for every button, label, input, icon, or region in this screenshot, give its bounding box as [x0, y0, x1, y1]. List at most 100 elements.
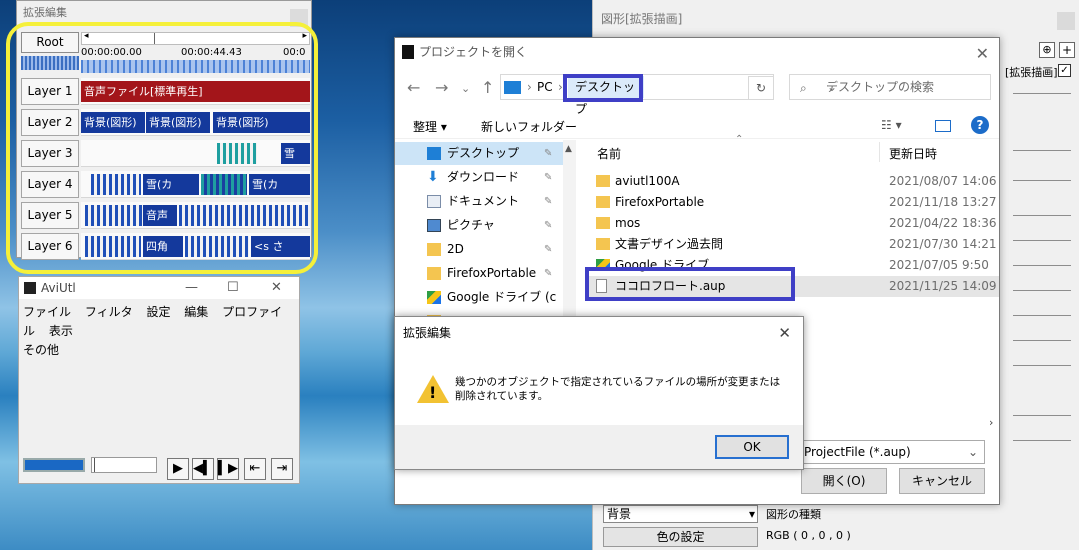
folder-icon [596, 175, 610, 187]
pin-icon: ✎ [544, 196, 553, 207]
dialog-close-icon[interactable]: ✕ [976, 40, 989, 68]
column-date-header[interactable]: 更新日時 [889, 145, 937, 162]
alert-close-icon[interactable]: ✕ [778, 317, 791, 349]
forward-arrow-icon[interactable]: → [435, 78, 448, 97]
nav-item-2d[interactable]: 2D ✎ [395, 238, 563, 261]
column-name-header[interactable]: 名前 [597, 145, 621, 162]
color-settings-button[interactable]: 色の設定 [603, 527, 758, 547]
nav-scrollbar[interactable]: ▲ [563, 140, 576, 317]
pin-icon: ✎ [544, 244, 553, 255]
shape-type-label: 図形の種類 [766, 508, 821, 521]
search-icon: ⌕ [800, 81, 807, 95]
preview-pane-icon[interactable] [935, 120, 951, 132]
maximize-icon[interactable]: ☐ [227, 277, 239, 299]
close-icon[interactable]: ✕ [271, 277, 282, 299]
search-input[interactable]: ⌕ デスクトップの検索 [789, 74, 991, 100]
refresh-icon[interactable]: ↻ [748, 76, 774, 100]
background-select[interactable]: 背景 ▾ [603, 505, 758, 523]
folder-icon [596, 196, 610, 208]
cancel-button[interactable]: キャンセル [899, 468, 985, 494]
aviutl-titlebar: AviUtl — ☐ ✕ [19, 277, 299, 299]
nav-item-desktop[interactable]: デスクトップ ✎ [395, 142, 563, 165]
nav-item-label: ドキュメント [447, 194, 520, 208]
nav-item-firefoxportable[interactable]: FirefoxPortable ✎ [395, 262, 563, 285]
aviutl-title: AviUtl [41, 281, 76, 295]
back-arrow-icon[interactable]: ← [407, 78, 420, 97]
file-date: 2021/07/30 14:21 [889, 237, 997, 251]
nav-item-label: デスクトップ [447, 146, 520, 160]
sort-chevron-icon: ⌃ [735, 134, 744, 145]
ext-draw-checkbox[interactable]: ✓ [1058, 64, 1071, 77]
aviutl-menu: ファイル フィルタ 設定 編集 プロファイル 表示 その他 [19, 299, 299, 360]
organize-button[interactable]: 整理 ▾ [413, 118, 447, 135]
recent-chevron-icon[interactable]: ⌄ [461, 82, 470, 95]
prev-frame-icon[interactable]: ◀▍ [192, 458, 214, 480]
file-name: mos [615, 216, 641, 230]
help-icon[interactable]: ? [971, 116, 989, 134]
file-type-select[interactable]: ProjectFile (*.aup) ⌄ [801, 440, 985, 464]
file-list-item[interactable]: aviutl100A 2021/08/07 14:06 [585, 171, 999, 192]
shape-window-add-button[interactable]: + [1059, 42, 1075, 58]
file-date: 2021/07/05 9:50 [889, 258, 989, 272]
address-highlight-box [563, 74, 643, 102]
play-icon[interactable]: ▶ [167, 458, 189, 480]
warning-dialog: 拡張編集 ✕ ! 幾つかのオブジェクトで指定されているファイルの場所が変更または… [394, 316, 804, 470]
view-options-icon[interactable]: ☷ ▾ [881, 118, 902, 132]
playback-progress [23, 458, 85, 472]
ok-button[interactable]: OK [715, 435, 789, 459]
file-list-item[interactable]: 文書デザイン過去問 2021/07/30 14:21 [585, 234, 999, 255]
nav-item-label: Google ドライブ (c [447, 290, 557, 304]
google-drive-icon [427, 291, 441, 304]
menu-settings[interactable]: 設定 [146, 305, 170, 319]
dialog-app-icon [402, 45, 414, 59]
file-date: 2021/11/18 13:27 [889, 195, 997, 209]
chevron-down-icon: ⌄ [967, 445, 978, 459]
frame-slider[interactable] [91, 457, 157, 473]
folder-icon [427, 243, 441, 256]
menu-other[interactable]: その他 [23, 343, 59, 357]
file-list-item[interactable]: mos 2021/04/22 18:36 [585, 213, 999, 234]
document-icon [427, 195, 441, 208]
file-type-value: ProjectFile (*.aup) [804, 445, 911, 459]
alert-message: 幾つかのオブジェクトで指定されているファイルの場所が変更または削除されています。 [455, 376, 781, 402]
scroll-right-icon[interactable]: › [989, 416, 993, 429]
menu-edit[interactable]: 編集 [184, 305, 208, 319]
shape-window-close-button[interactable] [1057, 12, 1075, 30]
background-select-value: 背景 [607, 507, 632, 521]
navigation-pane: デスクトップ ✎ ⬇ ダウンロード ✎ ドキュメント ✎ ピクチャ ✎ 2D ✎… [395, 140, 563, 317]
dialog-toolbar: 整理 ▾ 新しいフォルダー ☷ ▾ ? [395, 111, 999, 139]
warning-exclamation: ! [429, 383, 437, 402]
menu-view[interactable]: 表示 [49, 324, 73, 338]
up-arrow-icon[interactable]: ↑ [481, 78, 494, 97]
scroll-up-icon[interactable]: ▲ [565, 144, 572, 154]
menu-file[interactable]: ファイル [23, 305, 71, 319]
file-name: 文書デザイン過去問 [615, 237, 724, 251]
nav-item-google-drive[interactable]: Google ドライブ (c [395, 286, 563, 309]
go-start-icon[interactable]: ⇤ [244, 458, 266, 480]
nav-item-documents[interactable]: ドキュメント ✎ [395, 190, 563, 213]
nav-item-label: ダウンロード [447, 170, 520, 184]
file-date: 2021/08/07 14:06 [889, 174, 997, 188]
nav-item-label: 2D [447, 242, 464, 256]
file-list-item[interactable]: FirefoxPortable 2021/11/18 13:27 [585, 192, 999, 213]
next-frame-icon[interactable]: ▍▶ [217, 458, 239, 480]
minimize-icon[interactable]: — [185, 277, 198, 299]
pc-icon [504, 81, 521, 94]
download-icon: ⬇ [427, 169, 439, 185]
pin-icon: ✎ [544, 268, 553, 279]
file-name: FirefoxPortable [615, 195, 705, 209]
file-date: 2021/11/25 14:09 [889, 279, 997, 293]
folder-icon [596, 217, 610, 229]
nav-item-pictures[interactable]: ピクチャ ✎ [395, 214, 563, 237]
address-pc[interactable]: PC [537, 80, 553, 94]
shape-window-tool-icon[interactable]: ⊕ [1039, 42, 1055, 58]
folder-icon [596, 238, 610, 250]
shape-window-title: 図形[拡張描画] [601, 12, 683, 26]
new-folder-button[interactable]: 新しいフォルダー [481, 118, 577, 135]
file-highlight-box [585, 267, 795, 301]
open-button[interactable]: 開く(O) [801, 468, 887, 494]
go-end-icon[interactable]: ⇥ [271, 458, 293, 480]
nav-item-downloads[interactable]: ⬇ ダウンロード ✎ [395, 166, 563, 189]
aviutl-app-icon [24, 282, 36, 294]
menu-filter[interactable]: フィルタ [85, 305, 133, 319]
